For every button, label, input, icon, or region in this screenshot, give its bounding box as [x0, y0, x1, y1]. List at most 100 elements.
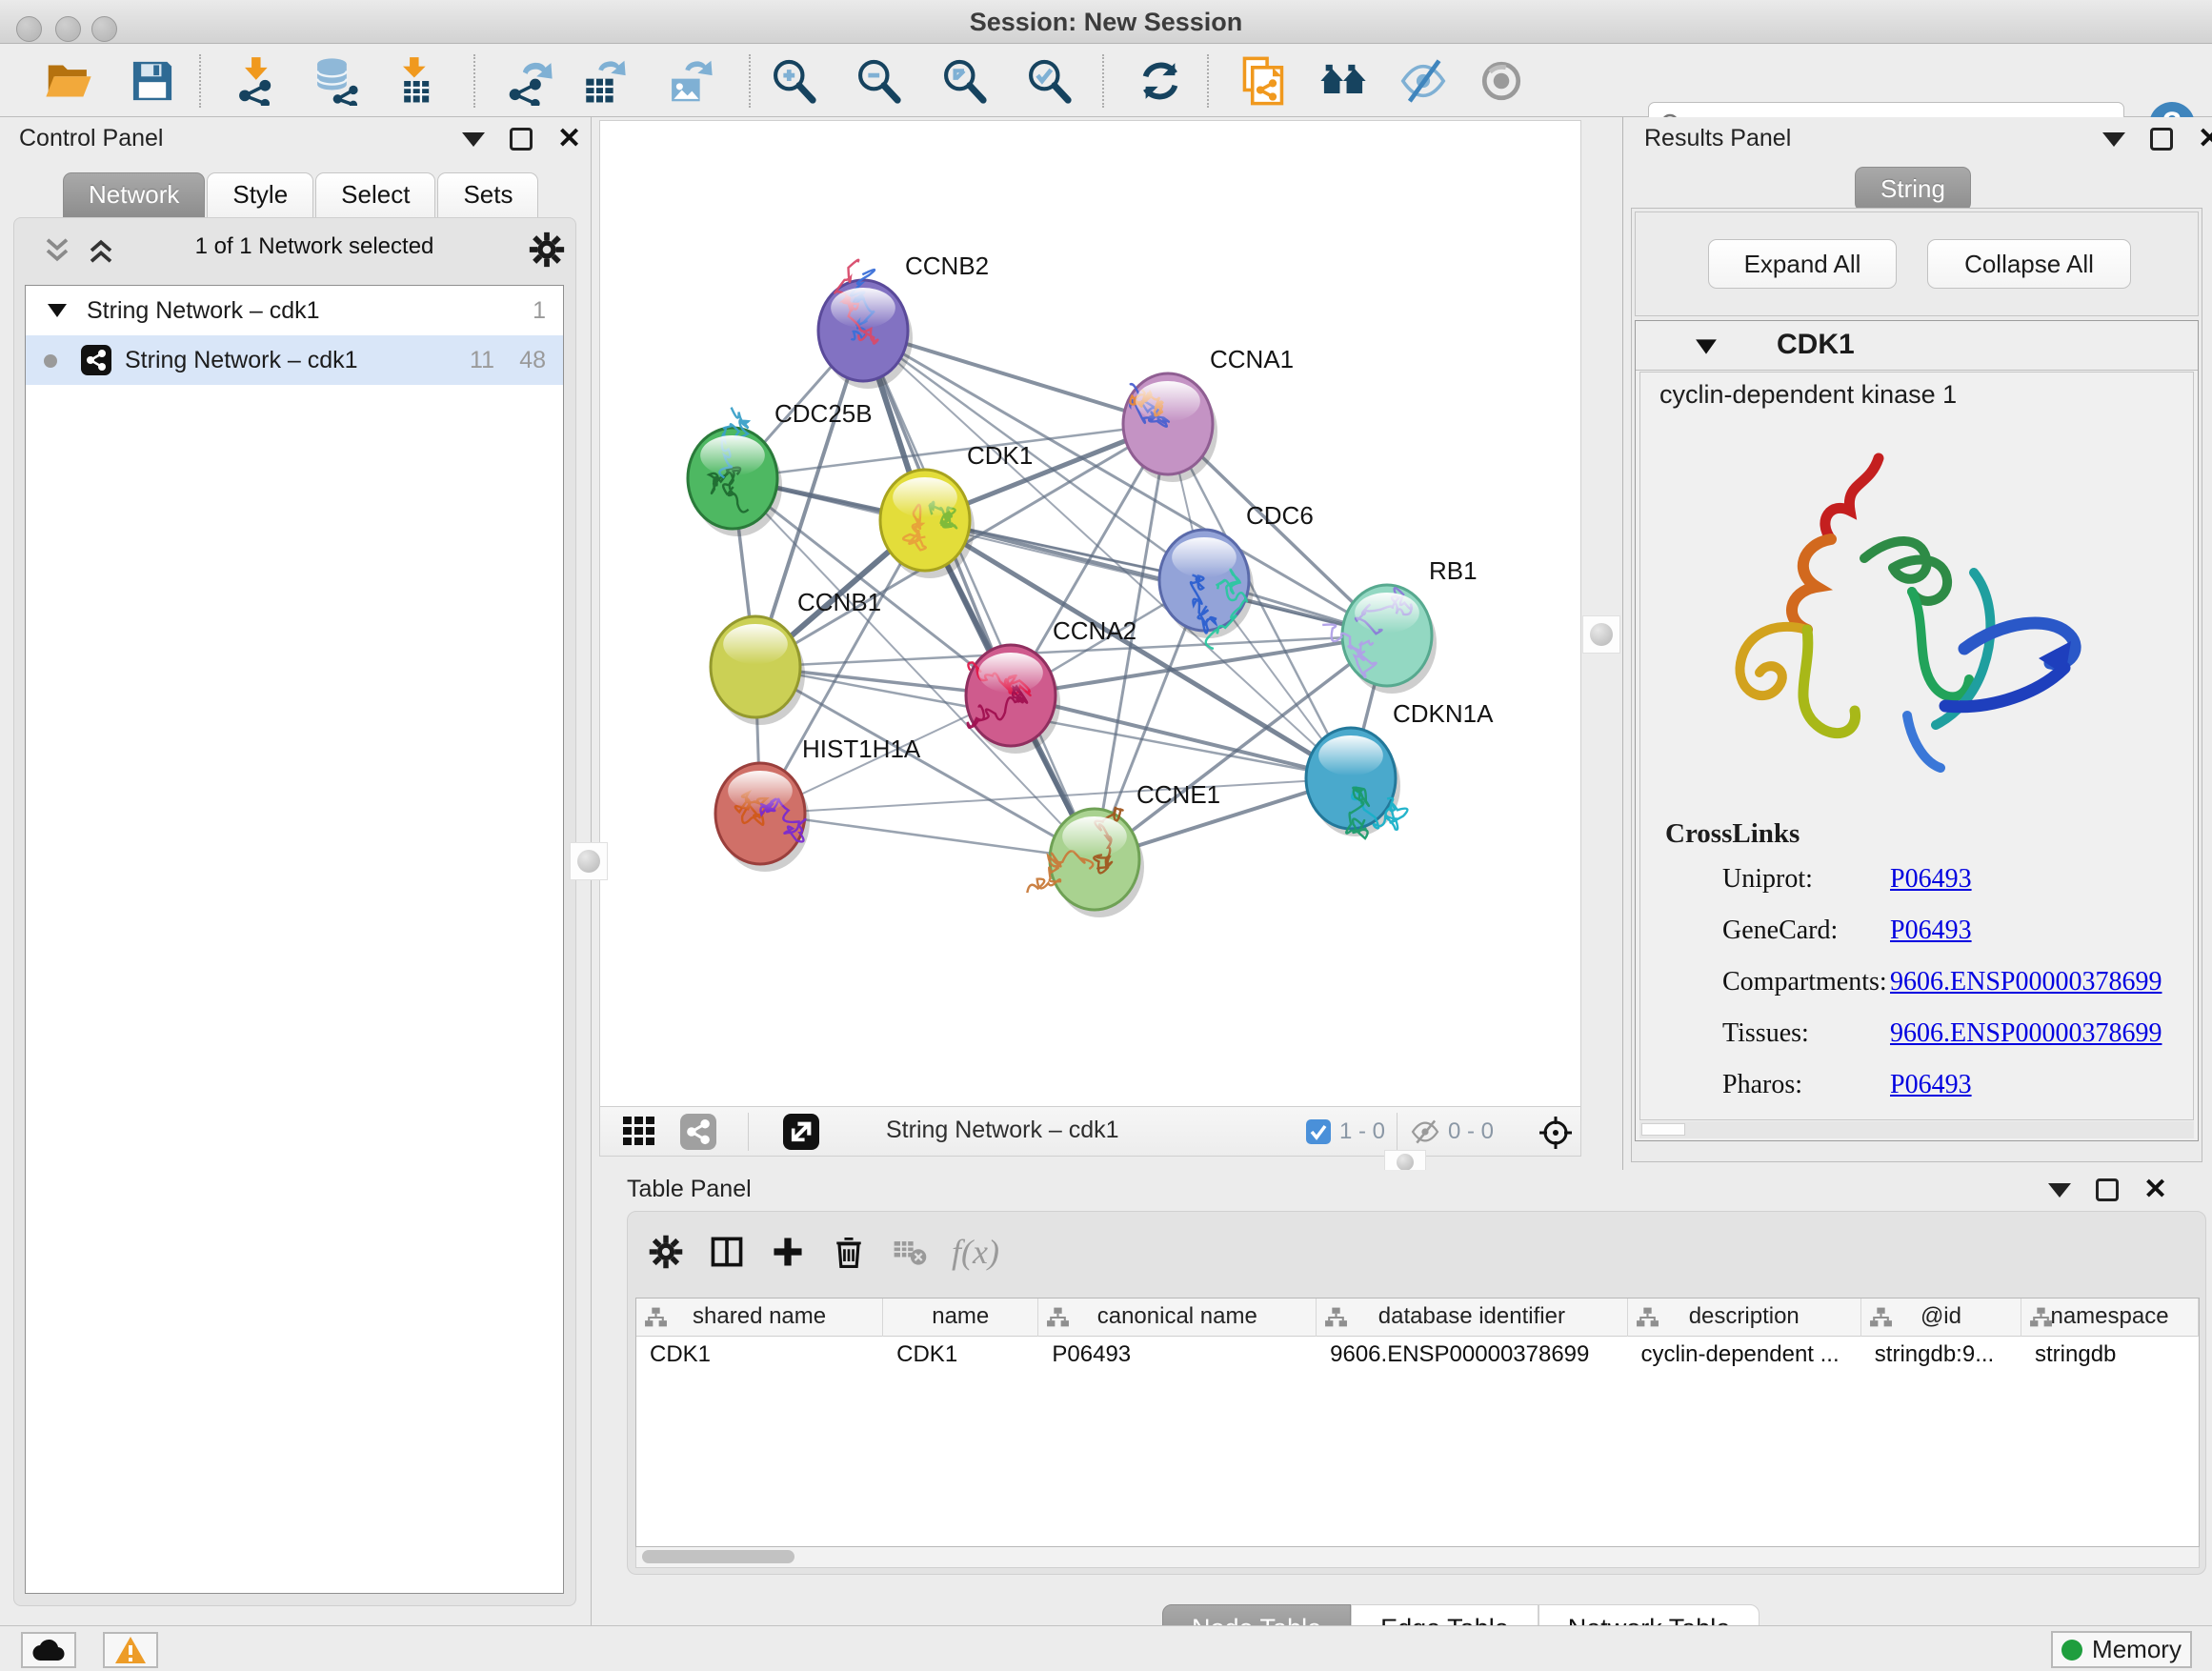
memory-button[interactable]: Memory: [2051, 1631, 2192, 1668]
delete-column-icon[interactable]: [830, 1233, 868, 1271]
add-column-icon[interactable]: [769, 1233, 807, 1271]
right-splitter-handle[interactable]: [1582, 615, 1620, 654]
tab-select[interactable]: Select: [315, 172, 435, 217]
refresh-icon[interactable]: [1136, 56, 1185, 106]
column-header-description[interactable]: description: [1628, 1299, 1861, 1337]
column-header-shared-name[interactable]: shared name: [636, 1299, 883, 1337]
table-cell[interactable]: CDK1: [883, 1337, 1038, 1377]
panel-menu-icon[interactable]: [2048, 1183, 2071, 1198]
open-in-window-icon[interactable]: [783, 1114, 819, 1150]
export-network-icon[interactable]: [505, 56, 554, 106]
float-panel-icon[interactable]: [510, 128, 533, 151]
collapse-all-icon[interactable]: [43, 237, 71, 264]
network-graph[interactable]: CCNB2CCNA1CDC25BCDK1CDC6RB1CCNB1CCNA2CDK…: [600, 121, 1580, 1106]
network-collection-row[interactable]: String Network – cdk1 1: [26, 286, 563, 335]
close-panel-icon[interactable]: ✕: [2143, 1178, 2167, 1201]
table-row[interactable]: CDK1CDK1P064939606.ENSP00000378699cyclin…: [636, 1337, 2199, 1377]
column-header-canonical-name[interactable]: canonical name: [1038, 1299, 1317, 1337]
node-CDKN1A[interactable]: CDKN1A: [1306, 699, 1494, 838]
crosslink-link[interactable]: P06493: [1890, 1070, 1972, 1100]
column-header-@id[interactable]: @id: [1861, 1299, 2021, 1337]
float-panel-icon[interactable]: [2150, 128, 2173, 151]
table-cell[interactable]: stringdb: [2021, 1337, 2199, 1377]
node-CDC6[interactable]: CDC6: [1159, 501, 1314, 649]
node-RB1[interactable]: RB1: [1322, 556, 1477, 694]
protein-accordion-header[interactable]: CDK1: [1636, 321, 2198, 371]
hide-glass-eye-icon[interactable]: [1398, 56, 1448, 106]
hidden-eye-icon[interactable]: [1410, 1119, 1440, 1144]
zoom-out-icon[interactable]: [854, 56, 903, 106]
left-splitter-handle[interactable]: [570, 842, 608, 880]
table-hscroll-thumb[interactable]: [642, 1550, 794, 1563]
open-session-icon[interactable]: [44, 56, 93, 106]
table-cell[interactable]: stringdb:9...: [1861, 1337, 2021, 1377]
export-image-icon[interactable]: [665, 56, 714, 106]
table-gear-icon[interactable]: [647, 1233, 685, 1271]
column-header-database-identifier[interactable]: database identifier: [1317, 1299, 1627, 1337]
selected-checkbox-icon[interactable]: [1306, 1119, 1331, 1144]
grid-view-icon[interactable]: [623, 1117, 655, 1147]
node-CCNB1[interactable]: CCNB1: [711, 588, 881, 725]
node-CCNB2[interactable]: CCNB2: [818, 252, 989, 389]
zoom-fit-icon[interactable]: [939, 56, 989, 106]
show-columns-icon[interactable]: [708, 1233, 746, 1271]
home-stringify-icon[interactable]: [1318, 56, 1368, 106]
column-header-namespace[interactable]: namespace: [2021, 1299, 2199, 1337]
close-panel-icon[interactable]: ✕: [2198, 128, 2212, 151]
crosslink-link[interactable]: 9606.ENSP00000378699: [1890, 967, 2162, 997]
tree-expander-icon[interactable]: [47, 302, 68, 319]
function-builder-icon[interactable]: f(x): [952, 1232, 999, 1272]
panel-menu-icon[interactable]: [462, 132, 485, 147]
save-session-icon[interactable]: [128, 56, 177, 106]
table-cell[interactable]: P06493: [1038, 1337, 1317, 1377]
node-CCNA1[interactable]: CCNA1: [1123, 345, 1294, 482]
crosslink-link[interactable]: P06493: [1890, 864, 1972, 895]
zoom-in-icon[interactable]: [769, 56, 818, 106]
network-canvas[interactable]: CCNB2CCNA1CDC25BCDK1CDC6RB1CCNB1CCNA2CDK…: [599, 120, 1581, 1107]
tab-network[interactable]: Network: [63, 172, 205, 217]
table-cell[interactable]: cyclin-dependent ...: [1628, 1337, 1861, 1377]
node-CCNE1[interactable]: CCNE1: [1027, 780, 1220, 917]
cloud-status-button[interactable]: [21, 1632, 76, 1668]
gear-icon[interactable]: [527, 230, 567, 270]
results-hscrollbar[interactable]: [1639, 1121, 2194, 1138]
collapse-all-button[interactable]: Collapse All: [1927, 239, 2131, 289]
results-hscroll-thumb[interactable]: [1641, 1123, 1685, 1136]
table-hscrollbar[interactable]: [635, 1547, 2200, 1568]
accordion-expander-icon[interactable]: [1695, 338, 1718, 355]
close-panel-icon[interactable]: ✕: [557, 128, 581, 151]
expand-all-icon[interactable]: [87, 237, 115, 264]
column-header-name[interactable]: name: [883, 1299, 1038, 1337]
crosslink-link[interactable]: P06493: [1890, 916, 1972, 946]
export-table-icon[interactable]: [578, 56, 628, 106]
eye-icon[interactable]: [1477, 56, 1526, 106]
node-label-CCNB2: CCNB2: [905, 252, 989, 280]
expand-all-button[interactable]: Expand All: [1708, 239, 1897, 289]
tab-style[interactable]: Style: [207, 172, 313, 217]
edge-CCNB2-CCNE1[interactable]: [863, 331, 1095, 859]
zoom-selected-icon[interactable]: [1024, 56, 1074, 106]
network-view-share-icon[interactable]: [680, 1114, 716, 1150]
edge-HIST1H1A-CCNE1[interactable]: [760, 814, 1095, 859]
edge-CDK1-RB1[interactable]: [925, 520, 1387, 635]
float-panel-icon[interactable]: [2096, 1178, 2119, 1201]
warning-status-button[interactable]: [103, 1632, 158, 1668]
panel-menu-icon[interactable]: [2102, 132, 2125, 147]
import-network-file-icon[interactable]: [232, 56, 282, 106]
crosslink-row: Tissues:9606.ENSP00000378699: [1640, 1018, 2193, 1070]
node-HIST1H1A[interactable]: HIST1H1A: [715, 735, 921, 872]
table-cell[interactable]: CDK1: [636, 1337, 883, 1377]
crosslinks-heading: CrossLinks: [1665, 818, 1800, 850]
crosslink-link[interactable]: 9606.ENSP00000378699: [1890, 1018, 2162, 1049]
import-table-file-icon[interactable]: [391, 56, 440, 106]
import-network-database-icon[interactable]: [311, 56, 360, 106]
tab-sets[interactable]: Sets: [437, 172, 538, 217]
birds-eye-toggle-icon[interactable]: [1538, 1116, 1573, 1150]
clone-network-icon[interactable]: [1236, 56, 1285, 106]
table-cell[interactable]: 9606.ENSP00000378699: [1317, 1337, 1627, 1377]
tab-string[interactable]: String: [1855, 167, 1971, 211]
node-label-CCNA1: CCNA1: [1210, 345, 1294, 373]
network-row[interactable]: String Network – cdk1 11 48: [26, 335, 563, 385]
delete-table-icon[interactable]: [891, 1233, 929, 1271]
control-panel: Control Panel ✕ NetworkStyleSelectSets 1…: [0, 117, 592, 1625]
